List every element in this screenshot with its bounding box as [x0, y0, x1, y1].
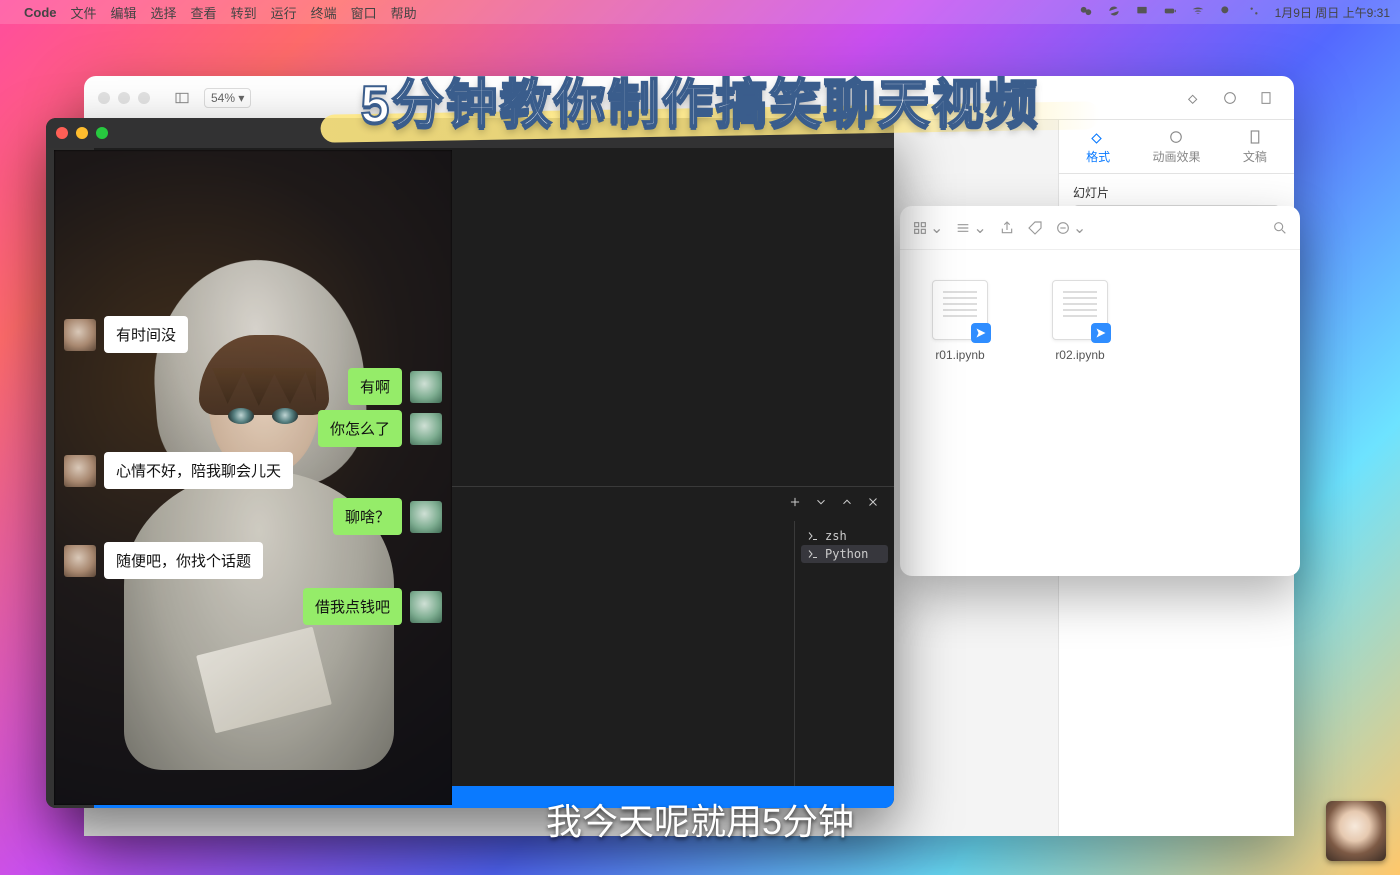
wifi-status-icon[interactable]: [1191, 4, 1205, 21]
menu-run[interactable]: 运行: [271, 3, 297, 22]
chat-message: 聊啥？: [333, 498, 442, 535]
finder-share-icon[interactable]: [999, 220, 1015, 236]
chat-message: 有时间没: [64, 316, 188, 353]
menu-terminal[interactable]: 终端: [311, 3, 337, 22]
finder-search-icon[interactable]: [1272, 220, 1288, 236]
format-brush-icon[interactable]: [1180, 86, 1208, 110]
terminal-sessions: zsh Python: [794, 521, 894, 786]
chat-avatar: [64, 319, 96, 351]
video-subtitle: 我今天呢就用5分钟: [546, 793, 854, 845]
menu-select[interactable]: 选择: [151, 3, 177, 22]
finder-group-icon[interactable]: ⌄: [955, 218, 986, 238]
finder-action-icon[interactable]: ⌄: [1055, 218, 1086, 238]
chat-avatar: [410, 591, 442, 623]
chat-bubble: 有啊: [348, 368, 402, 405]
notebook-file-icon: [1052, 280, 1108, 340]
file-name: r01.ipynb: [920, 348, 1000, 362]
chat-avatar: [64, 455, 96, 487]
menubar-clock[interactable]: 1月9日 周日 上午9:31: [1275, 4, 1390, 21]
menu-file[interactable]: 文件: [71, 3, 97, 22]
control-center-icon[interactable]: [1247, 4, 1261, 21]
display-status-icon[interactable]: [1135, 4, 1149, 21]
menu-help[interactable]: 帮助: [391, 3, 417, 22]
zoom-select[interactable]: 54% ▾: [204, 88, 251, 108]
inspector-tab-animate[interactable]: 动画效果: [1137, 120, 1215, 173]
chat-message: 你怎么了: [318, 410, 442, 447]
panel-close-icon[interactable]: [866, 495, 880, 513]
file-item[interactable]: r02.ipynb: [1040, 280, 1120, 362]
chat-bubble: 随便吧，你找个话题: [104, 542, 263, 579]
document-icon[interactable]: [1252, 86, 1280, 110]
view-toggle-button[interactable]: [168, 86, 196, 110]
chat-avatar: [410, 413, 442, 445]
animate-icon[interactable]: [1216, 86, 1244, 110]
menu-view[interactable]: 查看: [191, 3, 217, 22]
menu-window[interactable]: 窗口: [351, 3, 377, 22]
panel-maximize-icon[interactable]: [840, 495, 854, 513]
window-controls[interactable]: [56, 127, 108, 139]
terminal-session-python[interactable]: Python: [801, 545, 888, 563]
terminal-session-zsh[interactable]: zsh: [801, 527, 888, 545]
file-name: r02.ipynb: [1040, 348, 1120, 362]
chat-message: 随便吧，你找个话题: [64, 542, 263, 579]
app-name[interactable]: Code: [24, 5, 57, 20]
wechat-status-icon[interactable]: [1079, 4, 1093, 21]
video-title-overlay: 5分钟教你制作搞笑聊天视频: [361, 62, 1040, 137]
chat-bubble: 你怎么了: [318, 410, 402, 447]
chat-avatar: [64, 545, 96, 577]
chat-preview-window: 有时间没有啊你怎么了心情不好，陪我聊会儿天聊啥？ 随便吧，你找个话题借我点钱吧: [54, 150, 452, 805]
inspector-tab-document[interactable]: 文稿: [1216, 120, 1294, 173]
chat-bubble: 有时间没: [104, 316, 188, 353]
terminal-new-icon[interactable]: [788, 495, 802, 513]
finder-toolbar: ⌄ ⌄ ⌄: [900, 206, 1300, 250]
notebook-file-icon: [932, 280, 988, 340]
spotlight-icon[interactable]: [1219, 4, 1233, 21]
finder-view-icons[interactable]: ⌄: [912, 218, 943, 238]
finder-window: ⌄ ⌄ ⌄ r01.ipynb r02.ipynb: [900, 206, 1300, 576]
chat-message: 借我点钱吧: [303, 588, 442, 625]
finder-tag-icon[interactable]: [1027, 220, 1043, 236]
menu-edit[interactable]: 编辑: [111, 3, 137, 22]
menu-goto[interactable]: 转到: [231, 3, 257, 22]
chat-message: 有啊: [348, 368, 442, 405]
chat-avatar: [410, 371, 442, 403]
finder-body[interactable]: r01.ipynb r02.ipynb: [900, 250, 1300, 392]
chat-avatar: [410, 501, 442, 533]
terminal-dropdown-icon[interactable]: [814, 495, 828, 513]
file-item[interactable]: r01.ipynb: [920, 280, 1000, 362]
sync-status-icon[interactable]: [1107, 4, 1121, 21]
mac-menubar: Code 文件 编辑 选择 查看 转到 运行 终端 窗口 帮助 1月9日 周日 …: [0, 0, 1400, 24]
inspector-section-title: 幻灯片: [1059, 174, 1294, 205]
chat-bubble: 聊啥？: [333, 498, 402, 535]
menubar-status-area: 1月9日 周日 上午9:31: [1079, 4, 1390, 21]
chat-message: 心情不好，陪我聊会儿天: [64, 452, 293, 489]
chat-bubble: 借我点钱吧: [303, 588, 402, 625]
window-controls[interactable]: [98, 92, 150, 104]
creator-avatar: [1326, 801, 1386, 861]
chat-bubble: 心情不好，陪我聊会儿天: [104, 452, 293, 489]
battery-status-icon[interactable]: [1163, 4, 1177, 21]
